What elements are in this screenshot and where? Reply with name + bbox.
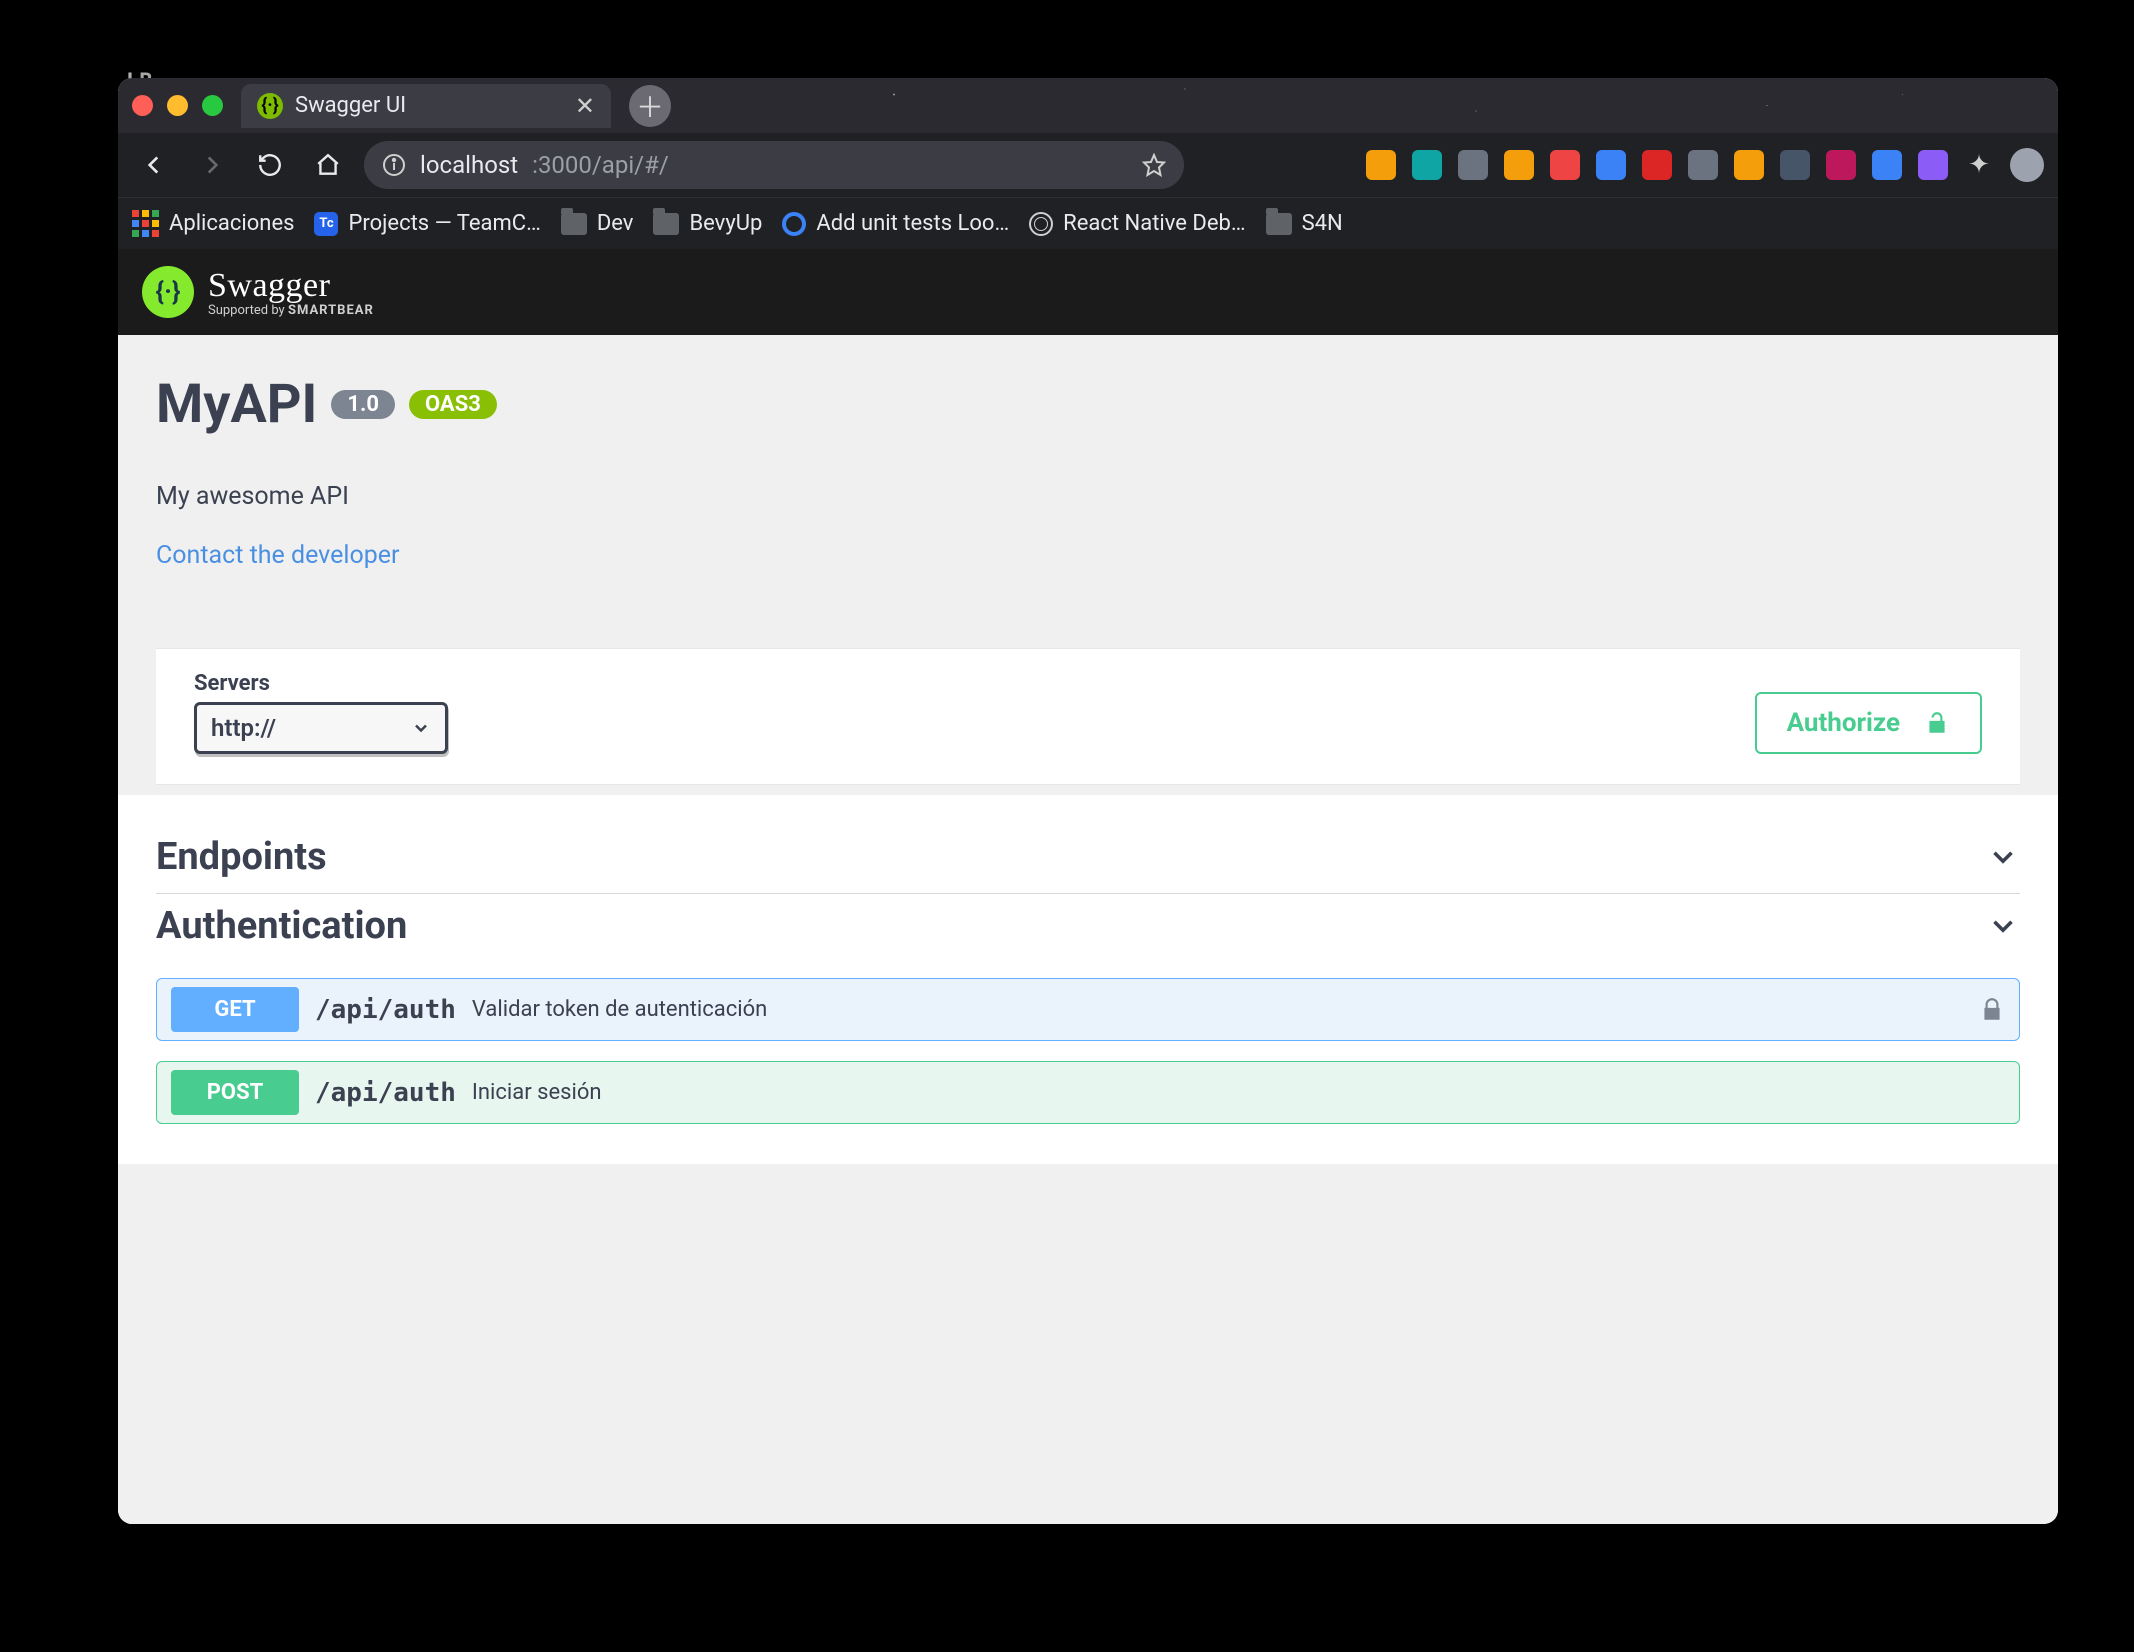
back-button[interactable] [132,143,176,187]
tab-bar: {·} Swagger UI ✕ ＋ [118,78,2058,133]
circle-icon [782,212,806,236]
server-selected-value: http:// [211,714,276,742]
tags-section: Endpoints Authentication [118,795,2058,962]
window-controls [132,95,223,116]
operation-get-auth[interactable]: GET /api/auth Validar token de autentica… [156,978,2020,1041]
profile-avatar[interactable] [2010,148,2044,182]
tag-title: Authentication [156,904,407,948]
home-button[interactable] [306,143,350,187]
teamcity-icon: Tc [314,212,338,236]
extension-icon[interactable] [1826,150,1856,180]
tag-title: Endpoints [156,835,327,879]
bookmark-label: React Native Deb… [1063,211,1245,236]
http-method-badge: GET [171,987,299,1032]
bookmark-label: Projects — TeamC… [348,211,540,236]
swagger-brand-title: Swagger [208,267,374,305]
globe-icon [1029,212,1053,236]
bookmark-apps[interactable]: Aplicaciones [132,210,294,237]
api-title-row: MyAPI 1.0 OAS3 [156,373,2020,436]
address-bar[interactable]: localhost :3000/api/#/ [364,141,1184,189]
close-tab-icon[interactable]: ✕ [575,92,595,120]
api-info: MyAPI 1.0 OAS3 My awesome API Contact th… [118,335,2058,795]
extension-icons: ✦ [1366,148,2044,182]
info-icon [382,153,406,177]
oas-badge: OAS3 [409,390,497,419]
lock-open-icon [1924,710,1950,736]
version-badge: 1.0 [331,390,395,419]
extensions-menu-icon[interactable]: ✦ [1964,150,1994,180]
tag-authentication[interactable]: Authentication [156,894,2020,962]
authorize-label: Authorize [1787,708,1900,738]
operation-summary: Validar token de autenticación [472,997,767,1022]
bookmarks-bar: Aplicaciones Tc Projects — TeamC… Dev Be… [118,197,2058,249]
bookmark-bevyup[interactable]: BevyUp [653,211,762,236]
extension-icon[interactable] [1550,150,1580,180]
swagger-favicon: {·} [257,93,283,119]
browser-tab[interactable]: {·} Swagger UI ✕ [241,84,611,128]
reload-button[interactable] [248,143,292,187]
bookmark-s4n[interactable]: S4N [1266,211,1343,236]
extension-icon[interactable] [1458,150,1488,180]
api-title: MyAPI [156,373,317,436]
chevron-down-icon [411,718,431,738]
extension-icon[interactable] [1872,150,1902,180]
extension-icon[interactable] [1918,150,1948,180]
extension-icon[interactable] [1412,150,1442,180]
folder-icon [561,213,587,235]
maximize-window-button[interactable] [202,95,223,116]
swagger-brand-subtitle: Supported by SMARTBEAR [208,303,374,318]
folder-icon [653,213,679,235]
servers-block: Servers http:// Authorize [156,648,2020,785]
extension-icon[interactable] [1780,150,1810,180]
url-host: localhost [420,151,518,179]
swagger-topbar: {·} Swagger Supported by SMARTBEAR [118,249,2058,335]
contact-link[interactable]: Contact the developer [156,541,2020,570]
extension-icon[interactable] [1642,150,1672,180]
authorize-button[interactable]: Authorize [1755,692,1982,754]
bookmark-label: Dev [597,211,634,236]
extension-icon[interactable] [1504,150,1534,180]
swagger-brand-text: Swagger Supported by SMARTBEAR [208,267,374,318]
swagger-logo[interactable]: {·} Swagger Supported by SMARTBEAR [142,266,374,318]
bookmark-projects[interactable]: Tc Projects — TeamC… [314,211,540,236]
bookmark-dev[interactable]: Dev [561,211,634,236]
new-tab-button[interactable]: ＋ [629,85,671,127]
bookmark-rn-debug[interactable]: React Native Deb… [1029,211,1245,236]
extension-icon[interactable] [1366,150,1396,180]
extension-icon[interactable] [1596,150,1626,180]
extension-icon[interactable] [1688,150,1718,180]
bookmark-label: Aplicaciones [169,211,294,236]
operation-path: /api/auth [315,995,456,1025]
servers-column: Servers http:// [194,671,448,754]
operation-summary: Iniciar sesión [472,1080,602,1105]
minimize-window-button[interactable] [167,95,188,116]
toolbar: localhost :3000/api/#/ ✦ [118,133,2058,197]
operation-post-auth[interactable]: POST /api/auth Iniciar sesión [156,1061,2020,1124]
close-window-button[interactable] [132,95,153,116]
page-content: {·} Swagger Supported by SMARTBEAR MyAPI… [118,249,2058,1524]
operations-list: GET /api/auth Validar token de autentica… [118,962,2058,1164]
server-select[interactable]: http:// [194,702,448,754]
browser-window: {·} Swagger UI ✕ ＋ localhost :3000/api/#/ [118,78,2058,1524]
folder-icon [1266,213,1292,235]
lock-icon[interactable] [1979,997,2005,1023]
tab-title: Swagger UI [295,93,406,118]
apps-icon [132,210,159,237]
swagger-mark-icon: {·} [142,266,194,318]
servers-label: Servers [194,671,448,696]
http-method-badge: POST [171,1070,299,1115]
chevron-down-icon [1986,840,2020,874]
extension-icon[interactable] [1734,150,1764,180]
api-description: My awesome API [156,482,2020,511]
bookmark-add-unit[interactable]: Add unit tests Loo… [782,211,1009,236]
bookmark-label: BevyUp [689,211,762,236]
bookmark-label: Add unit tests Loo… [816,211,1009,236]
url-path: :3000/api/#/ [532,151,669,179]
tag-endpoints[interactable]: Endpoints [156,825,2020,894]
chevron-down-icon [1986,909,2020,943]
bookmark-star-icon[interactable] [1142,153,1166,177]
operation-path: /api/auth [315,1078,456,1108]
forward-button[interactable] [190,143,234,187]
bookmark-label: S4N [1302,211,1343,236]
